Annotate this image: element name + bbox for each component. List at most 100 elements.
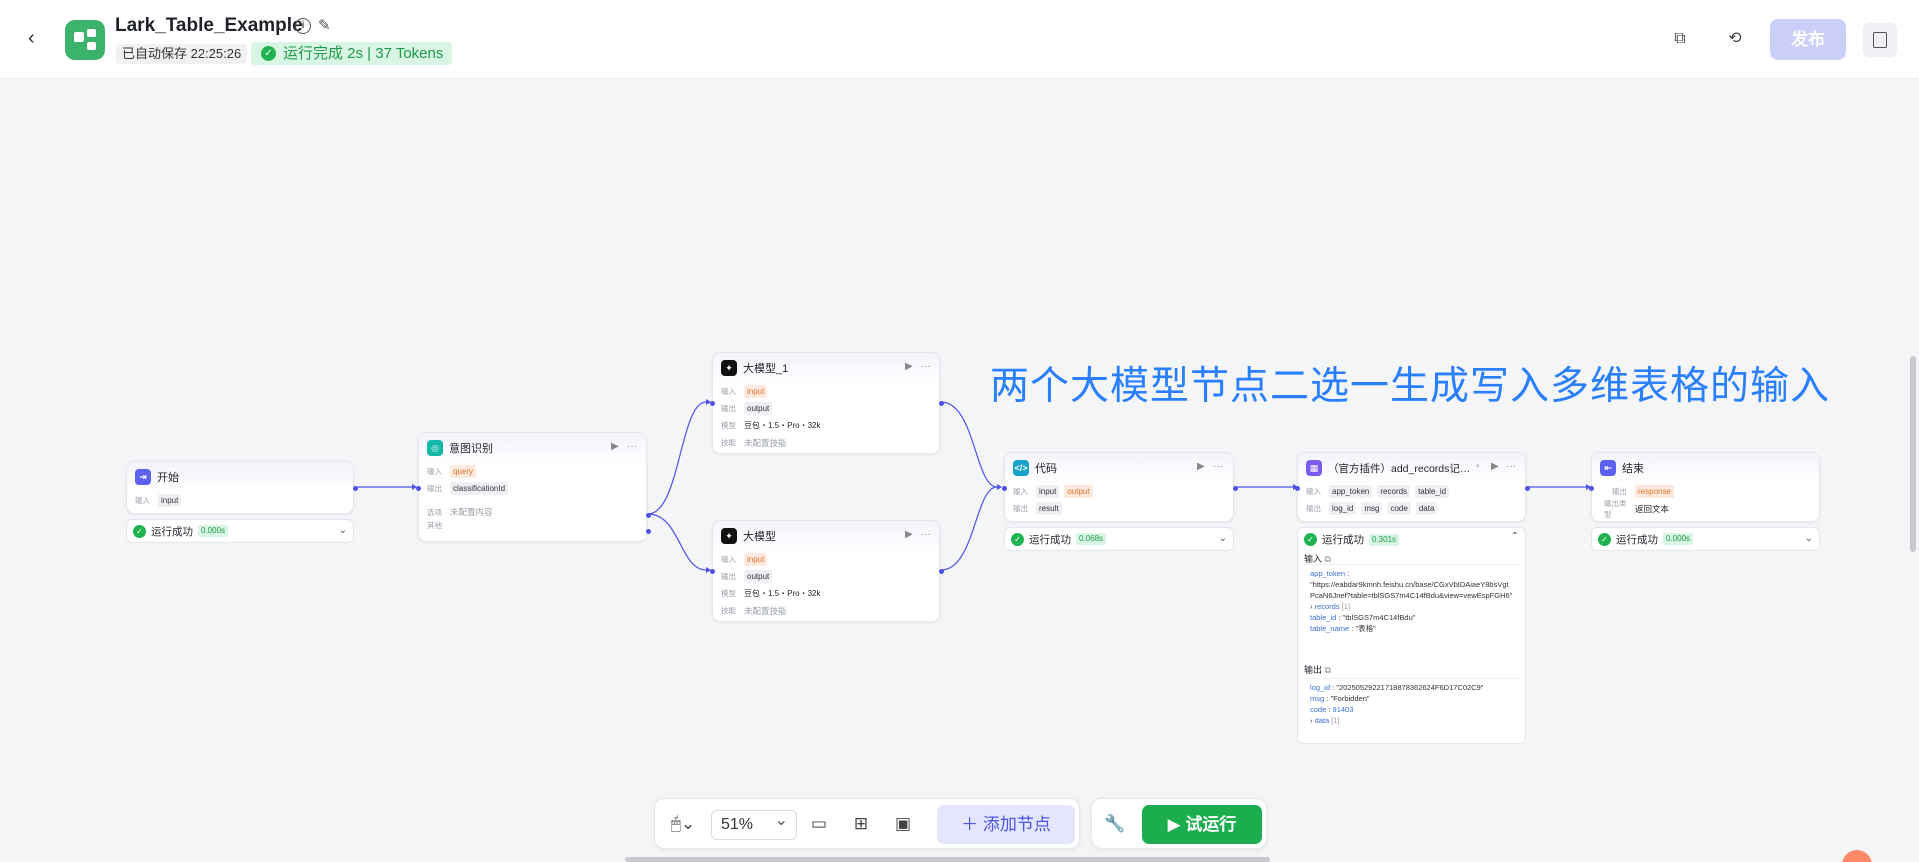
output-port[interactable] (1525, 486, 1530, 491)
duplicate-icon[interactable] (1863, 23, 1897, 57)
minimap-icon[interactable]: ▣ (892, 813, 914, 835)
output-port[interactable] (939, 569, 944, 574)
more-icon[interactable]: ··· (921, 529, 931, 540)
output-json: log_id : "20250529221718878362624F6D17C0… (1304, 678, 1519, 738)
not-configured-skill: 未配置技能 (744, 605, 787, 616)
node-llm-1[interactable]: ✦ 大模型_1 ▶ ··· 输入 input 输出 output 模型 豆包・1.5・P… (710, 352, 944, 454)
publish-button[interactable]: 发布 (1770, 19, 1846, 60)
node-start[interactable]: ⇥ 开始 输入 input (126, 461, 358, 514)
input-port[interactable] (710, 401, 715, 406)
not-configured-skill: 未配置技能 (744, 437, 787, 448)
play-icon[interactable]: ▶ (905, 361, 913, 372)
output-port[interactable] (646, 513, 651, 518)
node-plugin-add-records[interactable]: ▦ （官方插件）add_records记… ▫ ▶ ··· 输入 app_token… (1295, 452, 1530, 522)
assistant-avatar[interactable] (1842, 850, 1872, 862)
copy-icon[interactable]: ⧉ (1670, 29, 1690, 49)
run-success-label: 运行成功 (1616, 533, 1658, 546)
expand-icon[interactable]: › (1310, 716, 1313, 725)
node-title: 大模型 (743, 531, 776, 543)
output-port[interactable] (939, 401, 944, 406)
run-toolbar: 🔧 ▶ 试运行 (1091, 798, 1267, 849)
back-arrow-icon[interactable]: ‹ (28, 28, 48, 48)
node-llm[interactable]: ✦ 大模型 ▶ ··· 输入 input 输出 output 模型 豆包・1.5・Pro… (710, 520, 944, 622)
model-label: 模型 (721, 421, 736, 430)
json-value: "Forbidden" (1330, 694, 1370, 703)
input-port[interactable] (1002, 486, 1007, 491)
play-icon[interactable]: ▶ (1491, 461, 1499, 472)
node-title: 开始 (157, 472, 179, 484)
chevron-down-icon[interactable]: ⌄ (339, 525, 347, 536)
vertical-scrollbar[interactable] (1910, 356, 1916, 552)
run-success-label: 运行成功 (151, 525, 193, 538)
input-port[interactable] (710, 569, 715, 574)
output-section-title: 输出 ⧉ (1304, 663, 1331, 676)
trial-run-button[interactable]: ▶ 试运行 (1142, 805, 1262, 844)
more-icon[interactable]: ··· (627, 441, 637, 452)
wrench-icon[interactable]: 🔧 (1104, 813, 1126, 835)
expand-icon[interactable]: › (1310, 602, 1313, 611)
input-port[interactable] (1295, 486, 1300, 491)
output-port-other[interactable] (646, 529, 651, 534)
node-code[interactable]: </> 代码 ▶ ··· 输入 input output 输出 result (1002, 452, 1238, 522)
run-result-end[interactable]: ✓ 运行成功 0.000s ⌄ (1591, 527, 1820, 551)
output-port[interactable] (1233, 486, 1238, 491)
node-end[interactable]: ⇤ 结束 输出 response 输出类型 返回文本 (1589, 452, 1820, 522)
model-name: 豆包・1.5・Pro・32k (744, 589, 821, 598)
chevron-down-icon[interactable]: ⌄ (1805, 533, 1813, 544)
trial-run-label: 试运行 (1185, 815, 1237, 834)
play-icon[interactable]: ▶ (1197, 461, 1205, 472)
node-intent[interactable]: ◎ 意图识别 ▶ ··· 输入 query 输出 classificationId 选… (416, 432, 651, 542)
model-label: 模型 (721, 589, 736, 598)
param-tag: input (158, 494, 182, 507)
param-tag: input (1036, 485, 1060, 498)
edit-icon[interactable]: ✎ (318, 18, 334, 34)
chevron-up-icon[interactable]: ⌃ (1511, 531, 1519, 542)
grid-layout-icon[interactable]: ⊞ (850, 813, 872, 835)
history-icon[interactable]: ⟲ (1725, 29, 1745, 49)
input-label: 输入 (427, 467, 442, 476)
check-icon: ✓ (1011, 532, 1024, 546)
more-icon[interactable]: ··· (1506, 461, 1516, 472)
play-icon[interactable]: ▶ (905, 529, 913, 540)
json-key: records (1314, 602, 1340, 611)
run-result-code[interactable]: ✓ 运行成功 0.068s ⌄ (1004, 527, 1234, 551)
horizontal-scrollbar[interactable] (625, 857, 1270, 862)
run-result-plugin[interactable]: ✓ 运行成功 0.301s ⌃ 输入 ⧉ app_token : "https:… (1297, 527, 1526, 744)
zoom-select[interactable]: 51% (711, 807, 797, 840)
more-icon[interactable]: ··· (1213, 461, 1223, 472)
plus-icon: ＋ (961, 815, 983, 834)
mouse-mode-icon[interactable]: 🖱⌄ (665, 813, 701, 835)
run-success-label: 运行成功 (1029, 533, 1071, 546)
input-port[interactable] (1589, 486, 1594, 491)
input-label: 输入 (721, 555, 736, 564)
node-title: 结束 (1622, 463, 1644, 475)
end-icon: ⇤ (1600, 460, 1616, 476)
param-tag: msg (1361, 502, 1383, 515)
skills-label: 技能 (721, 438, 736, 447)
run-status-badge[interactable]: ✓ 运行完成 2s | 37 Tokens (251, 42, 453, 65)
more-icon[interactable]: ··· (921, 361, 931, 372)
comment-icon[interactable]: ▭ (808, 813, 830, 835)
input-label: 输入 (1013, 487, 1028, 496)
json-key: table_name (1310, 624, 1350, 633)
output-label: 输出 (721, 404, 736, 413)
bookmark-icon[interactable]: ▫ (1476, 461, 1480, 472)
add-node-button[interactable]: ＋ 添加节点 (937, 805, 1075, 844)
check-icon: ✓ (133, 524, 146, 538)
copy-icon[interactable]: ⧉ (1325, 665, 1331, 675)
bottom-toolbar: 🖱⌄ 51% ▭ ⊞ ▣ ＋ 添加节点 (654, 798, 1080, 849)
skills-label: 技能 (721, 606, 736, 615)
copy-icon[interactable]: ⧉ (1325, 554, 1331, 564)
json-key: table_id (1310, 613, 1337, 622)
workflow-canvas[interactable]: ‹ Lark_Table_Example i ✎ 已自动保存 22:25:26 … (0, 0, 1919, 862)
play-icon[interactable]: ▶ (611, 441, 619, 452)
input-label: 输入 (1306, 487, 1321, 496)
output-port[interactable] (353, 486, 358, 491)
run-result-start[interactable]: ✓ 运行成功 0.000s ⌄ (126, 519, 354, 543)
chevron-down-icon[interactable]: ⌄ (1219, 533, 1227, 544)
input-port[interactable] (416, 486, 421, 491)
json-count: [1] (1331, 716, 1340, 725)
info-icon[interactable]: i (295, 18, 311, 34)
param-tag: input (744, 553, 768, 566)
top-bar: ‹ Lark_Table_Example i ✎ 已自动保存 22:25:26 … (0, 0, 1919, 79)
